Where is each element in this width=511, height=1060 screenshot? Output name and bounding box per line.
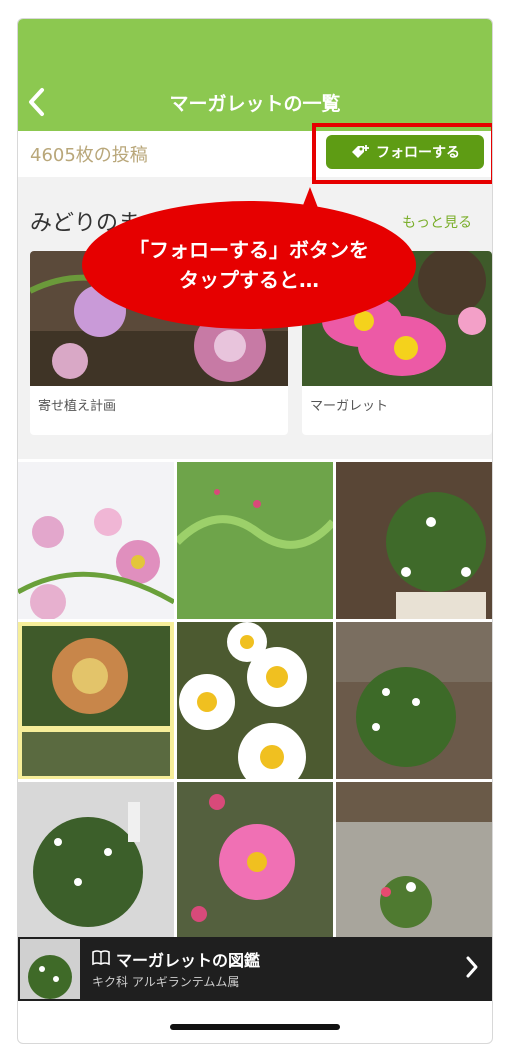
home-indicator[interactable] <box>170 1024 340 1030</box>
grid-photo[interactable] <box>18 782 174 939</box>
grid-photo[interactable] <box>336 782 492 939</box>
zukan-bar[interactable]: マーガレットの図鑑 キク科 アルギランテムム属 <box>18 937 492 1001</box>
grid-photo[interactable] <box>177 622 333 779</box>
grid-photo[interactable] <box>18 622 174 779</box>
zukan-title: マーガレットの図鑑 <box>116 951 261 970</box>
app-header: マーガレットの一覧 <box>18 19 492 131</box>
page-title: マーガレットの一覧 <box>169 93 341 115</box>
grid-photo[interactable] <box>177 782 333 939</box>
phone-screen: マーガレットの一覧 4605枚の投稿 フォローする みどりのま もっと見る 寄せ… <box>17 18 493 1044</box>
grid-photo[interactable] <box>336 462 492 619</box>
more-link[interactable]: もっと見る <box>402 212 472 232</box>
chevron-right-icon <box>466 956 478 978</box>
zukan-subtitle: キク科 アルギランテムム属 <box>92 975 240 989</box>
card-caption: 寄せ植え計画 <box>38 399 117 414</box>
grid-photo[interactable] <box>336 622 492 779</box>
annotation-text: 「フォローする」ボタンを タップすると… <box>82 235 416 295</box>
grid-photo[interactable] <box>177 462 333 619</box>
book-icon <box>92 950 110 966</box>
highlight-box <box>312 123 492 184</box>
card-caption: マーガレット <box>310 399 389 414</box>
grid-photo[interactable] <box>18 462 174 619</box>
post-count: 4605枚の投稿 <box>30 145 148 166</box>
annotation-line1: 「フォローする」ボタンを <box>129 238 369 262</box>
zukan-thumbnail <box>20 939 80 999</box>
annotation-line2: タップすると… <box>179 268 319 292</box>
